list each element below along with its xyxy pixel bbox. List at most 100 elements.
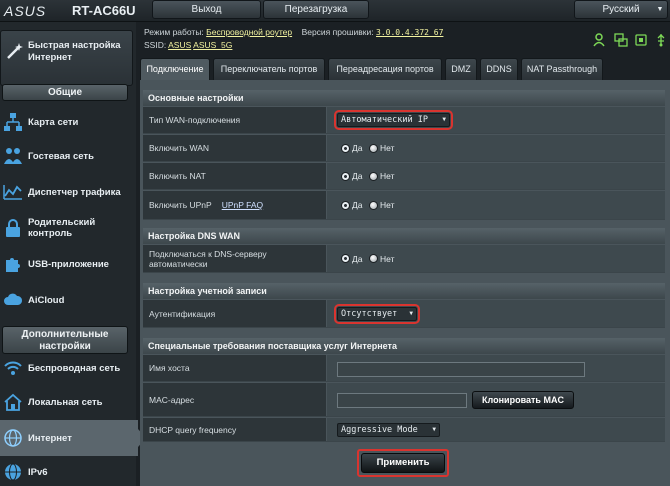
enable-wan-yes-radio[interactable]: Да — [341, 142, 362, 154]
firmware-label: Версия прошивки: — [301, 27, 374, 37]
mac-input[interactable] — [337, 393, 467, 408]
apply-highlight: Применить — [357, 449, 449, 477]
radio-yes-label: Да — [352, 200, 363, 210]
enable-upnp-yes-radio[interactable]: Да — [341, 199, 362, 211]
auth-select[interactable]: Отсутствует ▼ — [334, 304, 420, 324]
radio-no-label: Нет — [380, 171, 395, 181]
top-bar: ASUS RT-AC66U Выход Перезагрузка Русский… — [0, 0, 670, 22]
usb-status-icon[interactable] — [634, 33, 648, 47]
tab-ddns[interactable]: DDNS — [480, 58, 518, 80]
wan-type-row: Тип WAN-подключения Автоматический IP ▼ — [143, 107, 665, 134]
hostname-input[interactable] — [337, 362, 585, 377]
sidebar-item-label: Интернет — [28, 432, 72, 444]
language-select[interactable]: Русский ▼ — [574, 0, 668, 19]
enable-wan-no-radio[interactable]: Нет — [369, 142, 394, 154]
chevron-down-icon: ▼ — [442, 116, 446, 123]
sidebar-item-label: IPv6 — [28, 466, 48, 478]
puzzle-icon — [6, 258, 20, 272]
enable-upnp-no-radio[interactable]: Нет — [369, 199, 394, 211]
apply-button[interactable]: Применить — [361, 453, 445, 473]
sidebar-item-aicloud[interactable]: AiCloud — [0, 282, 130, 318]
enable-nat-no-radio[interactable]: Нет — [369, 170, 394, 182]
traffic-manager-icon — [3, 185, 22, 200]
enable-wan-row: Включить WAN Да Нет — [143, 135, 665, 162]
wan-type-cell: Автоматический IP ▼ — [327, 107, 665, 133]
quick-internet-setup-button[interactable]: Быстрая настройка Интернет — [0, 30, 133, 86]
radio-no-label: Нет — [380, 253, 395, 264]
radio-selected-icon — [341, 171, 350, 181]
model-name: RT-AC66U — [72, 3, 136, 18]
sidebar-item-network-map[interactable]: Карта сети — [0, 104, 130, 140]
section-dns-title: Настройка DNS WAN — [143, 228, 665, 244]
mac-row: MAC-адрес Клонировать MAC — [143, 383, 665, 417]
clone-mac-button[interactable]: Клонировать MAC — [472, 391, 574, 409]
wan-type-select[interactable]: Автоматический IP ▼ — [334, 110, 453, 130]
tab-port-forwarding[interactable]: Переадресация портов — [328, 58, 442, 80]
magic-wand-icon — [7, 43, 23, 59]
sidebar-item-internet[interactable]: Интернет — [0, 420, 146, 456]
sidebar-item-lan[interactable]: Локальная сеть — [0, 384, 130, 420]
sidebar-item-label: Локальная сеть — [28, 396, 103, 408]
guest-network-icon — [4, 148, 22, 164]
ipv6-globe-icon — [5, 463, 21, 481]
network-status-icon[interactable] — [614, 33, 628, 47]
section-general: Общие — [2, 84, 128, 101]
section-account-title: Настройка учетной записи — [143, 283, 665, 299]
sidebar-item-wireless[interactable]: Беспроводная сеть — [0, 350, 130, 386]
reboot-button[interactable]: Перезагрузка — [263, 0, 369, 19]
sidebar-item-traffic-manager[interactable]: Диспетчер трафика — [0, 174, 130, 210]
user-status-icon[interactable] — [592, 33, 606, 47]
sidebar: Быстрая настройка Интернет Общие Карта с… — [0, 22, 146, 486]
dhcp-frequency-select[interactable]: Aggressive Mode ▼ — [337, 423, 440, 437]
enable-upnp-label-cell: Включить UPnP UPnP FAQ — [143, 191, 326, 219]
mode-label: Режим работы: — [144, 27, 204, 37]
sidebar-item-ipv6[interactable]: IPv6 — [0, 454, 130, 486]
lock-icon — [6, 219, 20, 237]
mode-value-link[interactable]: Беспроводной роутер — [206, 27, 292, 37]
settings-panel: Основные настройки Тип WAN-подключения А… — [140, 80, 670, 486]
dhcp-frequency-value: Aggressive Mode — [341, 425, 418, 435]
auth-value: Отсутствует — [341, 309, 398, 319]
radio-yes-label: Да — [352, 253, 363, 264]
enable-nat-yes-radio[interactable]: Да — [341, 170, 362, 182]
radio-selected-icon — [341, 143, 350, 153]
enable-upnp-label: Включить UPnP — [149, 200, 212, 210]
usb-device-icon[interactable] — [654, 33, 668, 47]
mac-label: MAC-адрес — [143, 383, 326, 416]
auto-dns-yes-radio[interactable]: Да — [341, 253, 362, 265]
sidebar-item-label: USB-приложение — [28, 258, 109, 270]
tab-bar: Подключение Переключатель портов Переадр… — [140, 58, 606, 80]
sidebar-item-usb-application[interactable]: USB-приложение — [0, 246, 130, 282]
home-icon — [4, 393, 22, 411]
chevron-down-icon: ▼ — [409, 310, 413, 317]
radio-no-label: Нет — [380, 143, 395, 153]
hostname-label: Имя хоста — [143, 355, 326, 381]
auto-dns-no-radio[interactable]: Нет — [369, 253, 394, 265]
radio-yes-label: Да — [352, 143, 363, 153]
tab-nat-passthrough[interactable]: NAT Passthrough — [521, 58, 603, 80]
logout-button[interactable]: Выход — [152, 0, 261, 19]
sidebar-item-parental-control[interactable]: Родительский контроль — [0, 210, 130, 246]
sidebar-item-label: Карта сети — [28, 116, 79, 128]
sidebar-item-label: Родительский контроль — [28, 217, 96, 239]
tab-dmz[interactable]: DMZ — [445, 58, 477, 80]
tab-port-switch[interactable]: Переключатель портов — [213, 58, 325, 80]
sidebar-item-guest-network[interactable]: Гостевая сеть — [0, 138, 130, 174]
router-info: Режим работы: Беспроводной роутер Версия… — [144, 26, 584, 52]
dhcp-frequency-row: DHCP query frequency Aggressive Mode ▼ — [143, 418, 665, 442]
language-label: Русский — [602, 4, 640, 15]
firmware-value-link[interactable]: 3.0.0.4.372_67 — [376, 28, 443, 37]
enable-nat-label: Включить NAT — [143, 163, 326, 189]
auto-dns-label: Подключаться к DNS-серверу автоматически — [143, 245, 326, 272]
ssid-value-5g: ASUS_5G — [193, 40, 233, 50]
radio-selected-icon — [341, 200, 350, 210]
radio-no-label: Нет — [380, 200, 395, 210]
radio-unselected-icon — [369, 171, 378, 181]
auto-dns-row: Подключаться к DNS-серверу автоматически… — [143, 245, 665, 273]
chevron-down-icon: ▼ — [656, 6, 664, 13]
upnp-faq-link[interactable]: UPnP FAQ — [222, 200, 263, 210]
tab-connection[interactable]: Подключение — [140, 58, 210, 80]
radio-unselected-icon — [369, 254, 378, 263]
cloud-icon — [4, 293, 23, 305]
radio-yes-label: Да — [352, 171, 363, 181]
